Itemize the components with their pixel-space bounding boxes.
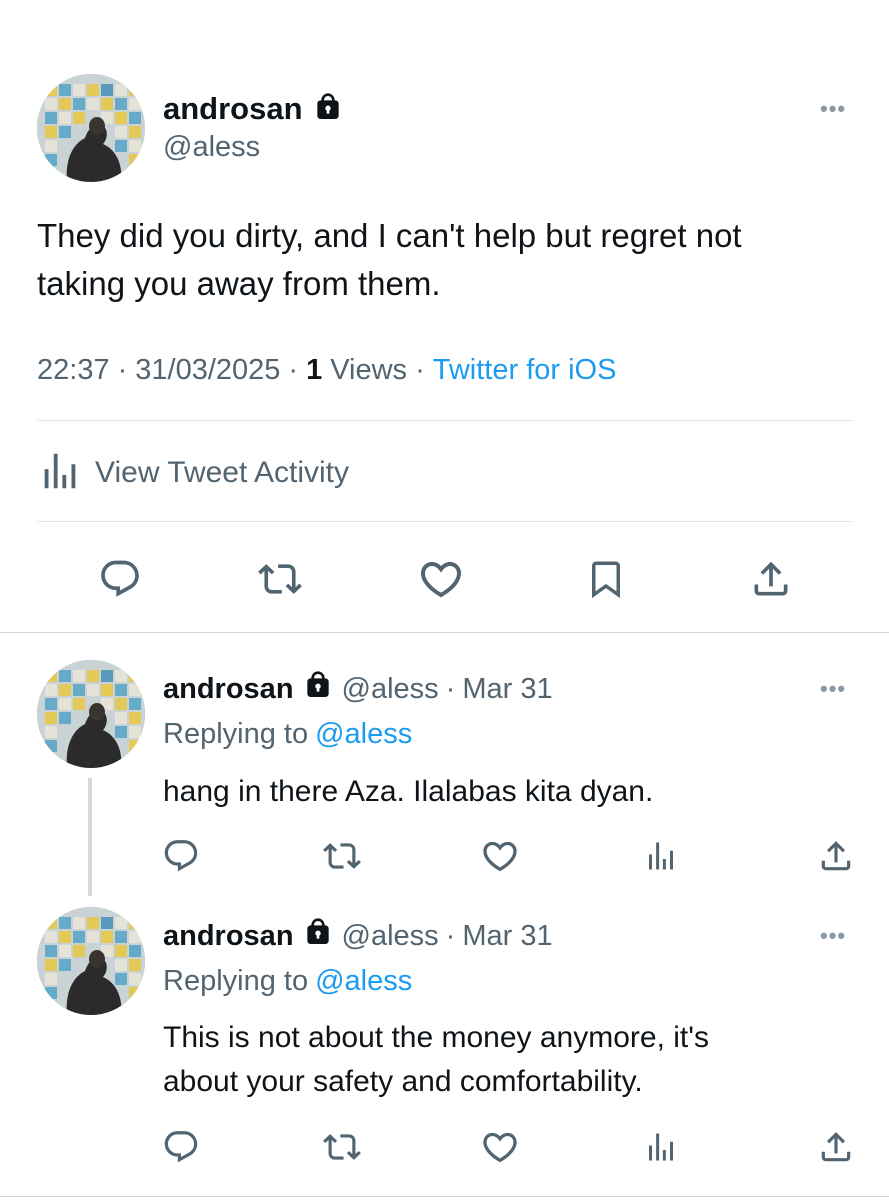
main-tweet-text-line1: They did you dirty, and I can't help but… — [37, 217, 742, 254]
divider — [37, 420, 852, 421]
like-button[interactable] — [480, 836, 520, 876]
separator-dot: · — [117, 354, 128, 386]
lock-icon — [312, 91, 344, 128]
views-label: Views — [330, 354, 408, 386]
reply-text-line1: hang in there Aza. Ilalabas kita dyan. — [163, 775, 654, 808]
reply-header: androsan @aless · Mar 31 — [163, 670, 553, 708]
share-button[interactable] — [748, 556, 794, 602]
analytics-icon — [643, 838, 679, 874]
replying-to-prefix: Replying to — [163, 718, 309, 750]
reply-button[interactable] — [161, 836, 201, 876]
like-button[interactable] — [418, 556, 464, 602]
share-icon — [749, 557, 793, 601]
lock-icon — [302, 916, 334, 956]
bookmark-button[interactable] — [583, 556, 629, 602]
reply-date[interactable]: Mar 31 — [462, 673, 552, 706]
share-button[interactable] — [816, 836, 856, 876]
tweet-source-link[interactable]: Twitter for iOS — [433, 354, 617, 387]
replying-to-handle[interactable]: @aless — [315, 718, 412, 751]
reply-header: androsan @aless · Mar 31 — [163, 917, 553, 955]
main-tweet-meta: 22:37 · 31/03/2025 · 1 Views · Twitter f… — [37, 354, 616, 387]
replying-to-handle[interactable]: @aless — [315, 965, 412, 998]
share-icon — [817, 837, 855, 875]
more-icon[interactable]: ••• — [820, 98, 846, 120]
reply-button[interactable] — [97, 556, 143, 602]
reply-icon — [98, 557, 142, 601]
separator-dot: · — [415, 354, 425, 386]
reply-display-name[interactable]: androsan — [163, 920, 294, 953]
analytics-button[interactable] — [641, 1127, 681, 1167]
view-tweet-activity[interactable]: View Tweet Activity — [37, 450, 349, 496]
thread-line — [88, 778, 92, 896]
tweet-time[interactable]: 22:37 — [37, 354, 110, 387]
retweet-icon — [258, 557, 302, 601]
retweet-icon — [323, 1128, 361, 1166]
separator-dot: · — [288, 354, 299, 386]
reply-text: hang in there Aza. Ilalabas kita dyan. — [163, 770, 653, 814]
bookmark-icon — [585, 558, 627, 600]
reply-text: This is not about the money anymore, it'… — [163, 1016, 709, 1104]
main-tweet-name-row: androsan — [163, 90, 344, 128]
separator-dot: · — [445, 672, 456, 705]
replying-to: Replying to @aless — [163, 965, 412, 998]
retweet-button[interactable] — [257, 556, 303, 602]
reply-text-line1: This is not about the money anymore, it'… — [163, 1021, 709, 1054]
retweet-icon — [323, 837, 361, 875]
bottom-divider — [0, 1196, 889, 1197]
section-divider — [0, 632, 889, 633]
lock-icon — [302, 669, 334, 709]
divider — [37, 521, 852, 522]
main-tweet-display-name[interactable]: androsan — [163, 91, 303, 127]
share-button[interactable] — [816, 1127, 856, 1167]
tweet-date[interactable]: 31/03/2025 — [135, 354, 280, 387]
retweet-button[interactable] — [322, 836, 362, 876]
main-tweet-text: They did you dirty, and I can't help but… — [37, 212, 742, 308]
analytics-icon — [643, 1129, 679, 1165]
analytics-icon — [37, 448, 83, 499]
main-tweet-avatar[interactable] — [37, 74, 145, 182]
reply-avatar[interactable] — [37, 660, 145, 768]
reply-button[interactable] — [161, 1127, 201, 1167]
analytics-button[interactable] — [641, 836, 681, 876]
views-count: 1 — [306, 354, 323, 386]
view-tweet-activity-label: View Tweet Activity — [95, 456, 350, 489]
reply-handle[interactable]: @aless — [342, 920, 439, 953]
retweet-button[interactable] — [322, 1127, 362, 1167]
reply-display-name[interactable]: androsan — [163, 673, 294, 706]
separator-dot: · — [445, 919, 456, 952]
reply-handle[interactable]: @aless — [342, 673, 439, 706]
reply-avatar[interactable] — [37, 907, 145, 1015]
heart-icon — [480, 836, 520, 876]
more-icon[interactable]: ••• — [820, 925, 846, 947]
like-button[interactable] — [480, 1127, 520, 1167]
heart-icon — [417, 555, 465, 603]
main-tweet-text-line2: taking you away from them. — [37, 265, 441, 302]
more-icon[interactable]: ••• — [820, 678, 846, 700]
reply-icon — [162, 837, 200, 875]
replying-to-prefix: Replying to — [163, 965, 309, 997]
reply-date[interactable]: Mar 31 — [462, 920, 552, 953]
replying-to: Replying to @aless — [163, 718, 412, 751]
share-icon — [817, 1128, 855, 1166]
heart-icon — [480, 1127, 520, 1167]
reply-text-line2: about your safety and comfortability. — [163, 1065, 643, 1098]
reply-icon — [162, 1128, 200, 1166]
main-tweet-handle[interactable]: @aless — [163, 131, 260, 164]
